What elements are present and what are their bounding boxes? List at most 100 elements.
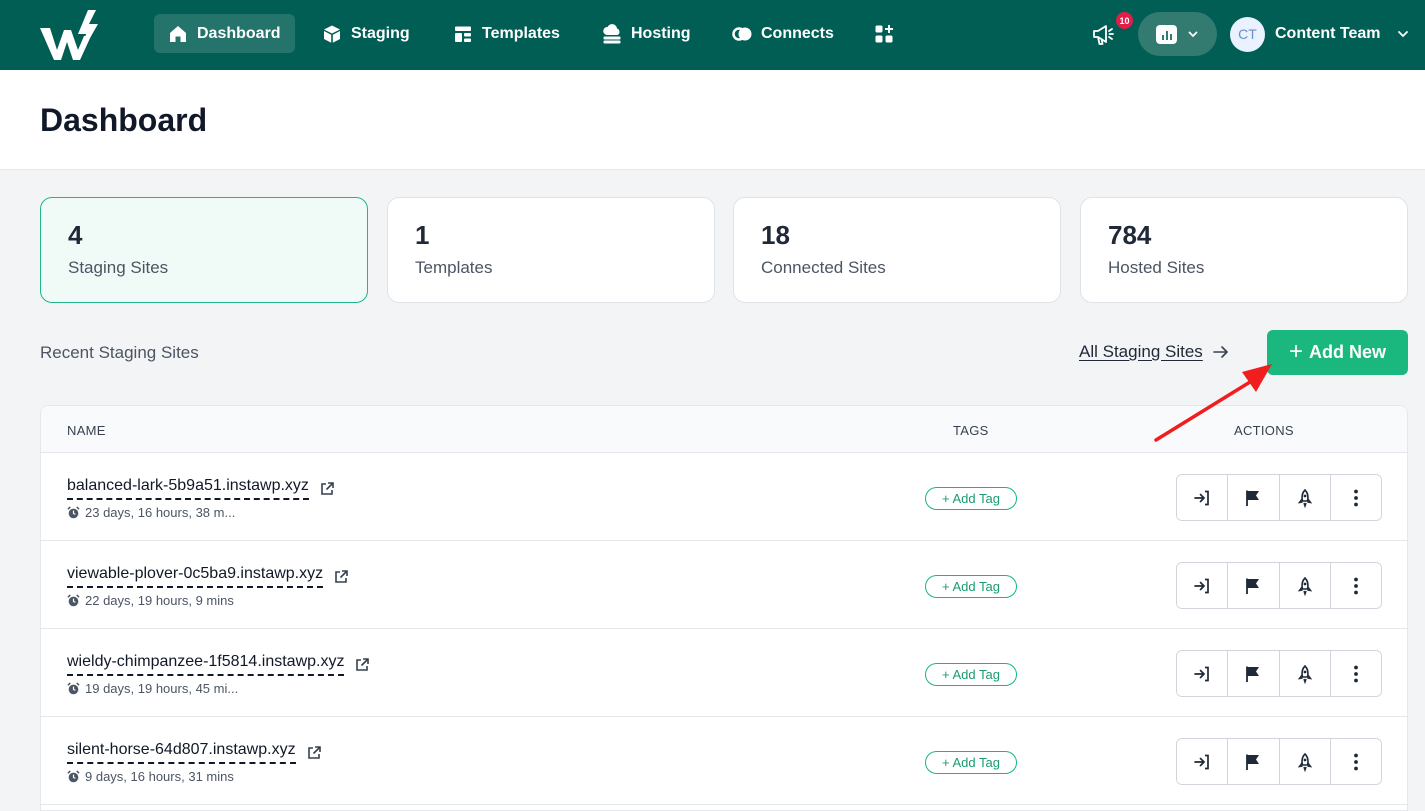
flag-button[interactable] bbox=[1228, 651, 1280, 696]
site-link[interactable]: balanced-lark-5b9a51.instawp.xyz bbox=[67, 477, 335, 500]
flag-icon bbox=[1246, 666, 1260, 682]
stat-card-hosted[interactable]: 784 Hosted Sites bbox=[1080, 197, 1408, 303]
stat-label: Connected Sites bbox=[761, 258, 886, 277]
external-link-icon bbox=[335, 569, 348, 583]
row-actions bbox=[1176, 562, 1382, 609]
all-staging-sites-link[interactable]: All Staging Sites bbox=[1079, 342, 1229, 362]
site-link[interactable]: viewable-plover-0c5ba9.instawp.xyz bbox=[67, 565, 349, 588]
add-tag-button[interactable]: + Add Tag bbox=[925, 751, 1017, 774]
flag-icon bbox=[1246, 490, 1260, 506]
vertical-dots-icon bbox=[1353, 489, 1358, 506]
site-age-text: 9 days, 16 hours, 31 mins bbox=[85, 769, 234, 784]
page-title: Dashboard bbox=[40, 102, 208, 138]
table-header: NAME TAGS ACTIONS bbox=[41, 406, 1407, 453]
table-row: wieldy-chimpanzee-1f5814.instawp.xyz 19 … bbox=[41, 629, 1407, 717]
stat-value: 1 bbox=[415, 220, 430, 250]
login-button[interactable] bbox=[1177, 475, 1229, 520]
add-new-button[interactable]: + Add New bbox=[1267, 330, 1408, 375]
rocket-icon bbox=[1297, 664, 1312, 684]
plus-icon: + bbox=[1288, 337, 1303, 365]
nav-connects-label: Connects bbox=[761, 24, 834, 42]
login-icon bbox=[1194, 666, 1209, 681]
site-link[interactable]: wieldy-chimpanzee-1f5814.instawp.xyz bbox=[67, 653, 370, 676]
chevron-down-icon bbox=[1398, 31, 1409, 38]
login-icon bbox=[1194, 490, 1209, 505]
stat-label: Staging Sites bbox=[68, 258, 169, 277]
external-link-icon bbox=[307, 745, 321, 759]
nav-hosting[interactable]: Hosting bbox=[588, 14, 705, 53]
megaphone-icon bbox=[1093, 25, 1114, 45]
table-row: silent-horse-64d807.instawp.xyz 9 days, … bbox=[41, 717, 1407, 805]
home-icon bbox=[170, 25, 186, 42]
user-name: Content Team bbox=[1275, 25, 1381, 42]
vertical-dots-icon bbox=[1353, 665, 1358, 682]
connect-icon bbox=[732, 26, 752, 41]
stat-label: Templates bbox=[415, 258, 493, 277]
login-button[interactable] bbox=[1177, 563, 1229, 608]
login-icon bbox=[1194, 754, 1209, 769]
chevron-down-icon bbox=[1188, 31, 1198, 38]
nav-dashboard[interactable]: Dashboard bbox=[154, 14, 295, 53]
add-new-label: Add New bbox=[1309, 342, 1387, 362]
nav-connects[interactable]: Connects bbox=[718, 14, 848, 53]
user-menu[interactable]: CT Content Team bbox=[1230, 16, 1410, 52]
instawp-logo[interactable] bbox=[38, 8, 102, 62]
site-name: viewable-plover-0c5ba9.instawp.xyz bbox=[67, 565, 324, 588]
site-link[interactable]: silent-horse-64d807.instawp.xyz bbox=[67, 741, 322, 764]
notification-count-badge: 10 bbox=[1116, 12, 1133, 29]
deploy-button[interactable] bbox=[1279, 651, 1331, 696]
external-link-icon bbox=[321, 481, 334, 495]
site-age: 9 days, 16 hours, 31 mins bbox=[67, 769, 234, 784]
deploy-button[interactable] bbox=[1279, 739, 1331, 784]
stat-card-templates[interactable]: 1 Templates bbox=[387, 197, 715, 303]
site-age-text: 22 days, 19 hours, 9 mins bbox=[85, 593, 234, 608]
site-age-text: 19 days, 19 hours, 45 mi... bbox=[85, 681, 239, 696]
top-navigation-bar: Dashboard Staging Templates Hosting Conn… bbox=[0, 0, 1425, 70]
alarm-clock-icon bbox=[67, 682, 80, 695]
add-tag-button[interactable]: + Add Tag bbox=[925, 487, 1017, 510]
login-button[interactable] bbox=[1177, 739, 1229, 784]
nav-staging-label: Staging bbox=[351, 24, 410, 42]
row-actions bbox=[1176, 474, 1382, 521]
stat-card-staging[interactable]: 4 Staging Sites bbox=[40, 197, 368, 303]
login-button[interactable] bbox=[1177, 651, 1229, 696]
nav-dashboard-label: Dashboard bbox=[197, 24, 281, 42]
stat-label: Hosted Sites bbox=[1108, 258, 1205, 277]
nav-templates-label: Templates bbox=[482, 24, 560, 42]
flag-icon bbox=[1246, 754, 1260, 770]
nav-staging[interactable]: Staging bbox=[308, 14, 424, 53]
page-header: Dashboard bbox=[0, 70, 1425, 170]
flag-button[interactable] bbox=[1228, 563, 1280, 608]
row-actions bbox=[1176, 650, 1382, 697]
vertical-dots-icon bbox=[1353, 753, 1358, 770]
external-link-icon bbox=[356, 657, 370, 671]
stat-value: 18 bbox=[761, 220, 790, 250]
flag-button[interactable] bbox=[1228, 475, 1280, 520]
alarm-clock-icon bbox=[67, 594, 80, 607]
nav-templates[interactable]: Templates bbox=[439, 14, 574, 53]
stat-card-connected[interactable]: 18 Connected Sites bbox=[733, 197, 1061, 303]
deploy-button[interactable] bbox=[1279, 563, 1331, 608]
flag-button[interactable] bbox=[1228, 739, 1280, 784]
more-options-button[interactable] bbox=[1330, 739, 1381, 784]
more-options-button[interactable] bbox=[1330, 563, 1381, 608]
bar-chart-icon bbox=[1156, 24, 1177, 44]
stat-value: 4 bbox=[68, 220, 83, 250]
more-options-button[interactable] bbox=[1330, 475, 1381, 520]
add-tag-button[interactable]: + Add Tag bbox=[925, 575, 1017, 598]
cloud-server-icon bbox=[603, 23, 621, 43]
site-name: silent-horse-64d807.instawp.xyz bbox=[67, 741, 296, 764]
column-name-header: NAME bbox=[67, 423, 106, 438]
add-tag-button[interactable]: + Add Tag bbox=[925, 663, 1017, 686]
more-options-button[interactable] bbox=[1330, 651, 1381, 696]
flag-icon bbox=[1246, 578, 1260, 594]
stats-menu-button[interactable] bbox=[1138, 12, 1217, 56]
recent-staging-title: Recent Staging Sites bbox=[40, 343, 199, 362]
nav-apps[interactable] bbox=[860, 14, 908, 53]
site-age-text: 23 days, 16 hours, 38 m... bbox=[85, 505, 236, 520]
table-row: viewable-plover-0c5ba9.instawp.xyz 22 da… bbox=[41, 541, 1407, 629]
deploy-button[interactable] bbox=[1279, 475, 1331, 520]
rocket-icon bbox=[1297, 752, 1312, 772]
announcements-button[interactable]: 10 bbox=[1090, 12, 1133, 48]
site-name: wieldy-chimpanzee-1f5814.instawp.xyz bbox=[67, 653, 345, 676]
